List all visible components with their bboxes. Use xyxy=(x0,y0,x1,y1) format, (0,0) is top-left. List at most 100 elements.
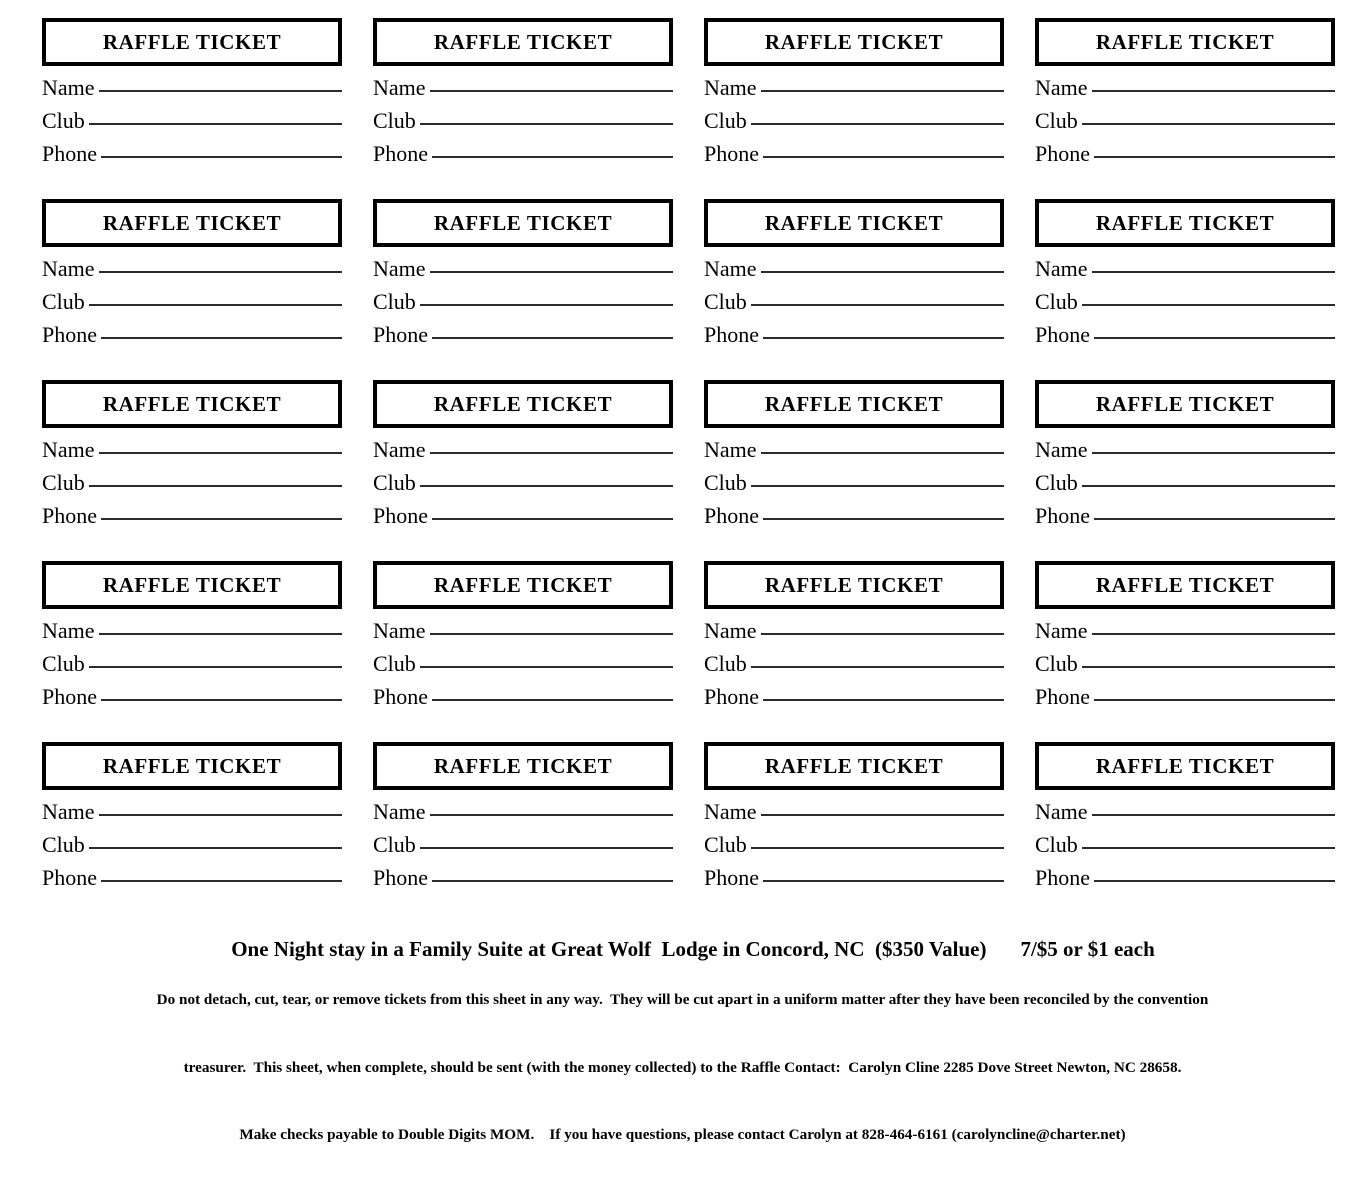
ticket-fields: Name Club Phone xyxy=(373,66,673,176)
field-write-line-name[interactable] xyxy=(429,801,673,819)
field-row-phone: Phone xyxy=(1035,686,1335,719)
field-write-line-club[interactable] xyxy=(1081,472,1335,490)
field-row-club: Club xyxy=(1035,291,1335,324)
field-label-club: Club xyxy=(373,653,416,676)
field-row-club: Club xyxy=(373,110,673,143)
field-write-line-club[interactable] xyxy=(750,653,1004,671)
field-row-club: Club xyxy=(42,472,342,505)
field-label-name: Name xyxy=(704,439,757,462)
field-write-line-phone[interactable] xyxy=(101,505,342,523)
field-row-club: Club xyxy=(42,291,342,324)
field-write-line-club[interactable] xyxy=(419,653,673,671)
field-row-club: Club xyxy=(704,834,1004,867)
field-write-line-club[interactable] xyxy=(1081,653,1335,671)
field-row-name: Name xyxy=(1035,258,1335,291)
raffle-ticket: RAFFLE TICKET Name Club Phone xyxy=(704,18,1004,199)
field-write-line-name[interactable] xyxy=(1091,439,1335,457)
field-label-club: Club xyxy=(704,653,747,676)
field-write-line-name[interactable] xyxy=(98,439,342,457)
raffle-ticket: RAFFLE TICKET Name Club Phone xyxy=(373,18,673,199)
field-row-phone: Phone xyxy=(373,686,673,719)
field-write-line-name[interactable] xyxy=(98,77,342,95)
ticket-header-box: RAFFLE TICKET xyxy=(1035,742,1335,790)
field-write-line-club[interactable] xyxy=(88,472,342,490)
raffle-ticket: RAFFLE TICKET Name Club Phone xyxy=(42,561,342,742)
field-write-line-name[interactable] xyxy=(760,258,1004,276)
field-write-line-club[interactable] xyxy=(1081,834,1335,852)
field-write-line-name[interactable] xyxy=(429,439,673,457)
field-label-club: Club xyxy=(373,291,416,314)
raffle-ticket: RAFFLE TICKET Name Club Phone xyxy=(373,199,673,380)
field-write-line-name[interactable] xyxy=(1091,620,1335,638)
field-write-line-club[interactable] xyxy=(750,291,1004,309)
ticket-title: RAFFLE TICKET xyxy=(433,29,613,54)
field-write-line-name[interactable] xyxy=(1091,258,1335,276)
field-write-line-name[interactable] xyxy=(760,620,1004,638)
field-write-line-phone[interactable] xyxy=(763,324,1004,342)
field-write-line-phone[interactable] xyxy=(432,686,673,704)
field-write-line-name[interactable] xyxy=(429,258,673,276)
field-write-line-phone[interactable] xyxy=(763,686,1004,704)
field-row-phone: Phone xyxy=(42,505,342,538)
raffle-ticket: RAFFLE TICKET Name Club Phone xyxy=(373,561,673,742)
field-row-club: Club xyxy=(42,834,342,867)
field-write-line-club[interactable] xyxy=(419,834,673,852)
ticket-title: RAFFLE TICKET xyxy=(1095,572,1275,597)
field-write-line-name[interactable] xyxy=(760,77,1004,95)
field-write-line-phone[interactable] xyxy=(101,867,342,885)
field-write-line-phone[interactable] xyxy=(432,505,673,523)
field-write-line-club[interactable] xyxy=(88,653,342,671)
field-write-line-club[interactable] xyxy=(750,834,1004,852)
field-write-line-club[interactable] xyxy=(88,834,342,852)
field-row-phone: Phone xyxy=(373,324,673,357)
field-write-line-name[interactable] xyxy=(98,620,342,638)
field-write-line-name[interactable] xyxy=(98,801,342,819)
field-label-name: Name xyxy=(704,620,757,643)
ticket-header-box: RAFFLE TICKET xyxy=(373,380,673,428)
raffle-ticket-sheet: RAFFLE TICKET Name Club Phone RAFFLE TICKET N… xyxy=(0,0,1365,1143)
field-write-line-phone[interactable] xyxy=(101,324,342,342)
field-write-line-phone[interactable] xyxy=(763,867,1004,885)
field-write-line-name[interactable] xyxy=(1091,801,1335,819)
field-write-line-phone[interactable] xyxy=(1094,143,1335,161)
disclaimer-line-3: Make checks payable to Double Digits MOM… xyxy=(239,1126,1126,1143)
disclaimer-text: Do not detach, cut, tear, or remove tick… xyxy=(0,944,1365,1192)
field-label-phone: Phone xyxy=(42,505,97,528)
field-write-line-name[interactable] xyxy=(429,77,673,95)
field-write-line-phone[interactable] xyxy=(432,324,673,342)
field-row-phone: Phone xyxy=(1035,143,1335,176)
field-label-club: Club xyxy=(1035,291,1078,314)
field-write-line-name[interactable] xyxy=(98,258,342,276)
ticket-fields: Name Club Phone xyxy=(704,609,1004,719)
field-write-line-phone[interactable] xyxy=(101,686,342,704)
field-write-line-club[interactable] xyxy=(750,472,1004,490)
field-write-line-phone[interactable] xyxy=(432,143,673,161)
field-write-line-club[interactable] xyxy=(419,291,673,309)
field-write-line-phone[interactable] xyxy=(763,505,1004,523)
field-row-name: Name xyxy=(704,258,1004,291)
field-write-line-club[interactable] xyxy=(1081,110,1335,128)
field-write-line-club[interactable] xyxy=(419,110,673,128)
field-write-line-club[interactable] xyxy=(1081,291,1335,309)
field-write-line-club[interactable] xyxy=(88,110,342,128)
field-row-name: Name xyxy=(42,801,342,834)
ticket-header-box: RAFFLE TICKET xyxy=(373,561,673,609)
field-write-line-club[interactable] xyxy=(419,472,673,490)
field-write-line-phone[interactable] xyxy=(432,867,673,885)
field-write-line-name[interactable] xyxy=(1091,77,1335,95)
field-write-line-club[interactable] xyxy=(750,110,1004,128)
field-label-club: Club xyxy=(1035,472,1078,495)
field-write-line-club[interactable] xyxy=(88,291,342,309)
field-write-line-phone[interactable] xyxy=(1094,867,1335,885)
field-write-line-name[interactable] xyxy=(429,620,673,638)
field-row-club: Club xyxy=(1035,472,1335,505)
field-write-line-phone[interactable] xyxy=(1094,505,1335,523)
field-row-phone: Phone xyxy=(373,143,673,176)
field-write-line-phone[interactable] xyxy=(1094,324,1335,342)
field-write-line-name[interactable] xyxy=(760,439,1004,457)
field-write-line-name[interactable] xyxy=(760,801,1004,819)
field-write-line-phone[interactable] xyxy=(1094,686,1335,704)
field-write-line-phone[interactable] xyxy=(763,143,1004,161)
field-label-club: Club xyxy=(1035,110,1078,133)
field-write-line-phone[interactable] xyxy=(101,143,342,161)
